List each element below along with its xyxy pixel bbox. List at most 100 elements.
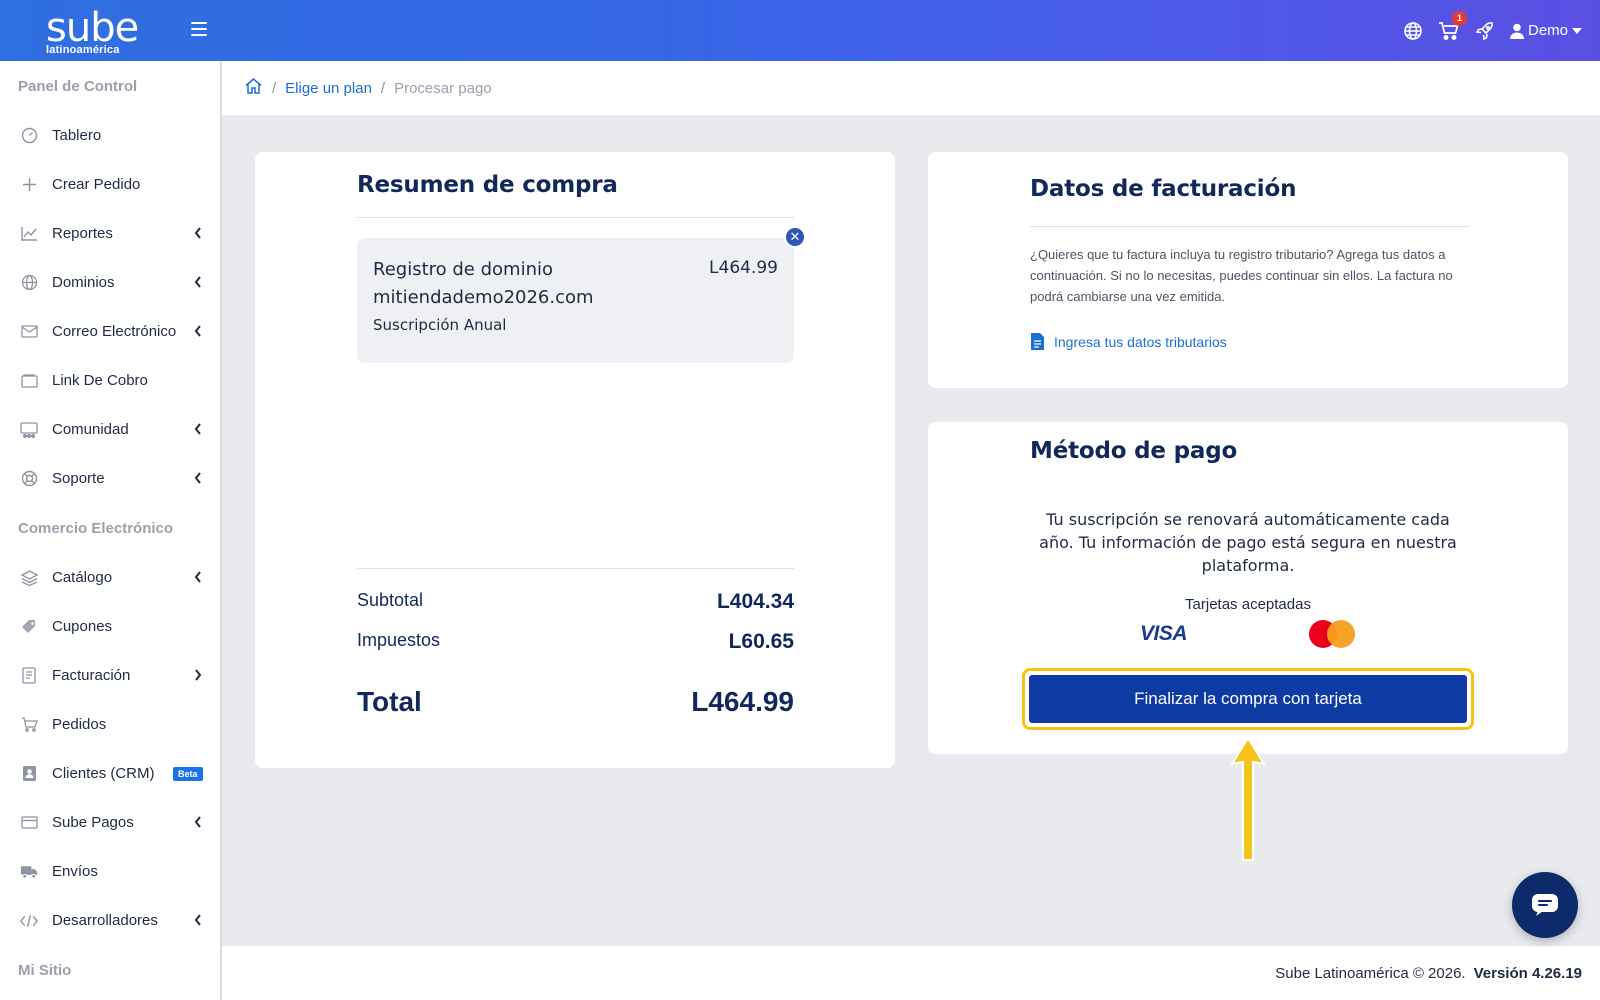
chevron-left-icon [194, 816, 201, 828]
sidebar-item-tablero[interactable]: Tablero [0, 111, 220, 160]
wallet-icon [20, 372, 38, 390]
sidebar-item-label: Catálogo [52, 569, 113, 586]
cart-icon[interactable]: 1 [1438, 10, 1467, 42]
sidebar-item-label: Desarrolladores [52, 912, 158, 929]
brand-name: sube [46, 5, 139, 51]
remove-item-button[interactable]: ✕ [784, 226, 806, 248]
sidebar-item-correo[interactable]: Correo Electrónico [0, 307, 220, 356]
summary-title: Resumen de compra [357, 172, 618, 198]
tax-data-link[interactable]: Ingresa tus datos tributarios [1030, 332, 1227, 351]
divider [1030, 226, 1470, 227]
layers-icon [20, 569, 38, 587]
sidebar-item-label: Correo Electrónico [52, 323, 177, 340]
top-navbar: sube latinoamérica 1 Demo [0, 0, 1600, 61]
tax-row: Impuestos L60.65 [357, 630, 794, 654]
sidebar-item-clientes[interactable]: Clientes (CRM) Beta [0, 749, 220, 798]
community-icon [20, 421, 38, 439]
sidebar-item-comunidad[interactable]: Comunidad [0, 405, 220, 454]
sidebar-item-facturacion[interactable]: Facturación [0, 651, 220, 700]
sidebar-item-label: Dominios [52, 274, 115, 291]
sidebar-item-desarrolladores[interactable]: Desarrolladores [0, 896, 220, 945]
pay-button-highlight: Finalizar la compra con tarjeta [1022, 668, 1474, 730]
cart-item: ✕ Registro de dominio mitiendademo2026.c… [357, 226, 806, 363]
user-name: Demo [1527, 22, 1568, 39]
sidebar-section-title: Mi Sitio [18, 961, 72, 979]
chevron-left-icon [194, 571, 201, 583]
item-domain: mitiendademo2026.com [373, 287, 594, 308]
sidebar-item-link-cobro[interactable]: Link De Cobro [0, 356, 220, 405]
sidebar-item-label: Sube Pagos [52, 814, 134, 831]
globe-icon[interactable] [1402, 20, 1424, 42]
caret-down-icon [1572, 27, 1582, 34]
home-icon[interactable] [244, 77, 263, 99]
invoice-icon [20, 667, 38, 685]
sidebar-item-catalogo[interactable]: Catálogo [0, 553, 220, 602]
sidebar-section-title: Comercio Electrónico [18, 519, 174, 537]
visa-logo: VISA [1140, 622, 1188, 645]
mail-icon [20, 323, 38, 341]
sidebar-item-label: Pedidos [52, 716, 107, 733]
sidebar-item-label: Clientes (CRM) [52, 765, 155, 782]
subtotal-label: Subtotal [357, 590, 424, 610]
card-icon [20, 814, 38, 832]
breadcrumb: / Elige un plan / Procesar pago [222, 61, 1600, 115]
chart-icon [20, 225, 38, 243]
chevron-right-icon [195, 669, 202, 681]
rocket-icon[interactable] [1474, 20, 1496, 42]
chevron-left-icon [194, 472, 201, 484]
chevron-left-icon [194, 914, 201, 926]
basket-icon [20, 716, 38, 734]
lifebuoy-icon [20, 470, 38, 488]
brand-logo[interactable]: sube latinoamérica [46, 5, 139, 56]
sidebar: Panel de Control Tablero Crear Pedido Re… [0, 61, 222, 1000]
code-icon [20, 912, 38, 930]
divider [357, 217, 794, 218]
sidebar-item-label: Soporte [52, 470, 105, 487]
chevron-left-icon [194, 423, 201, 435]
subtotal-value: L404.34 [716, 590, 794, 613]
breadcrumb-link-plan[interactable]: Elige un plan [285, 80, 372, 97]
user-menu[interactable]: Demo [1509, 22, 1582, 39]
mastercard-logo [1309, 618, 1359, 650]
footer: Sube Latinoamérica © 2026. Versión 4.26.… [222, 946, 1600, 1000]
sidebar-item-sube-pagos[interactable]: Sube Pagos [0, 798, 220, 847]
sidebar-item-cupones[interactable]: Cupones [0, 602, 220, 651]
item-price: L464.99 [709, 258, 778, 278]
total-row: Total L464.99 [357, 686, 794, 718]
sidebar-item-pedidos[interactable]: Pedidos [0, 700, 220, 749]
beta-badge: Beta [173, 767, 203, 781]
plus-icon [20, 176, 38, 194]
sidebar-section-title: Panel de Control [18, 77, 138, 95]
cart-count-badge: 1 [1451, 10, 1467, 26]
sidebar-item-soporte[interactable]: Soporte [0, 454, 220, 503]
globe-icon [20, 274, 38, 292]
sidebar-item-reportes[interactable]: Reportes [0, 209, 220, 258]
item-subscription: Suscripción Anual [373, 316, 507, 334]
document-icon [1031, 333, 1044, 350]
user-icon [1509, 23, 1524, 39]
sidebar-item-label: Link De Cobro [52, 372, 148, 389]
footer-version: Versión 4.26.19 [1473, 964, 1582, 982]
chat-button[interactable] [1512, 872, 1578, 938]
truck-icon [20, 863, 38, 881]
divider [357, 568, 794, 569]
chevron-left-icon [194, 227, 201, 239]
tax-value: L60.65 [728, 630, 794, 653]
finish-card-payment-button[interactable]: Finalizar la compra con tarjeta [1029, 675, 1467, 723]
payment-title: Método de pago [1030, 438, 1238, 464]
sidebar-item-label: Comunidad [52, 421, 129, 438]
purchase-summary-card: Resumen de compra ✕ Registro de dominio … [255, 152, 895, 768]
sidebar-item-label: Tablero [52, 127, 102, 144]
subtotal-row: Subtotal L404.34 [357, 590, 794, 614]
sidebar-item-dominios[interactable]: Dominios [0, 258, 220, 307]
sidebar-item-envios[interactable]: Envíos [0, 847, 220, 896]
billing-title: Datos de facturación [1030, 176, 1297, 202]
sidebar-item-label: Reportes [52, 225, 113, 242]
menu-toggle-icon[interactable] [191, 22, 207, 36]
total-label: Total [357, 686, 422, 717]
gauge-icon [20, 127, 38, 145]
contact-icon [20, 765, 38, 783]
chevron-left-icon [194, 276, 201, 288]
sidebar-item-label: Envíos [52, 863, 98, 880]
sidebar-item-crear-pedido[interactable]: Crear Pedido [0, 160, 220, 209]
